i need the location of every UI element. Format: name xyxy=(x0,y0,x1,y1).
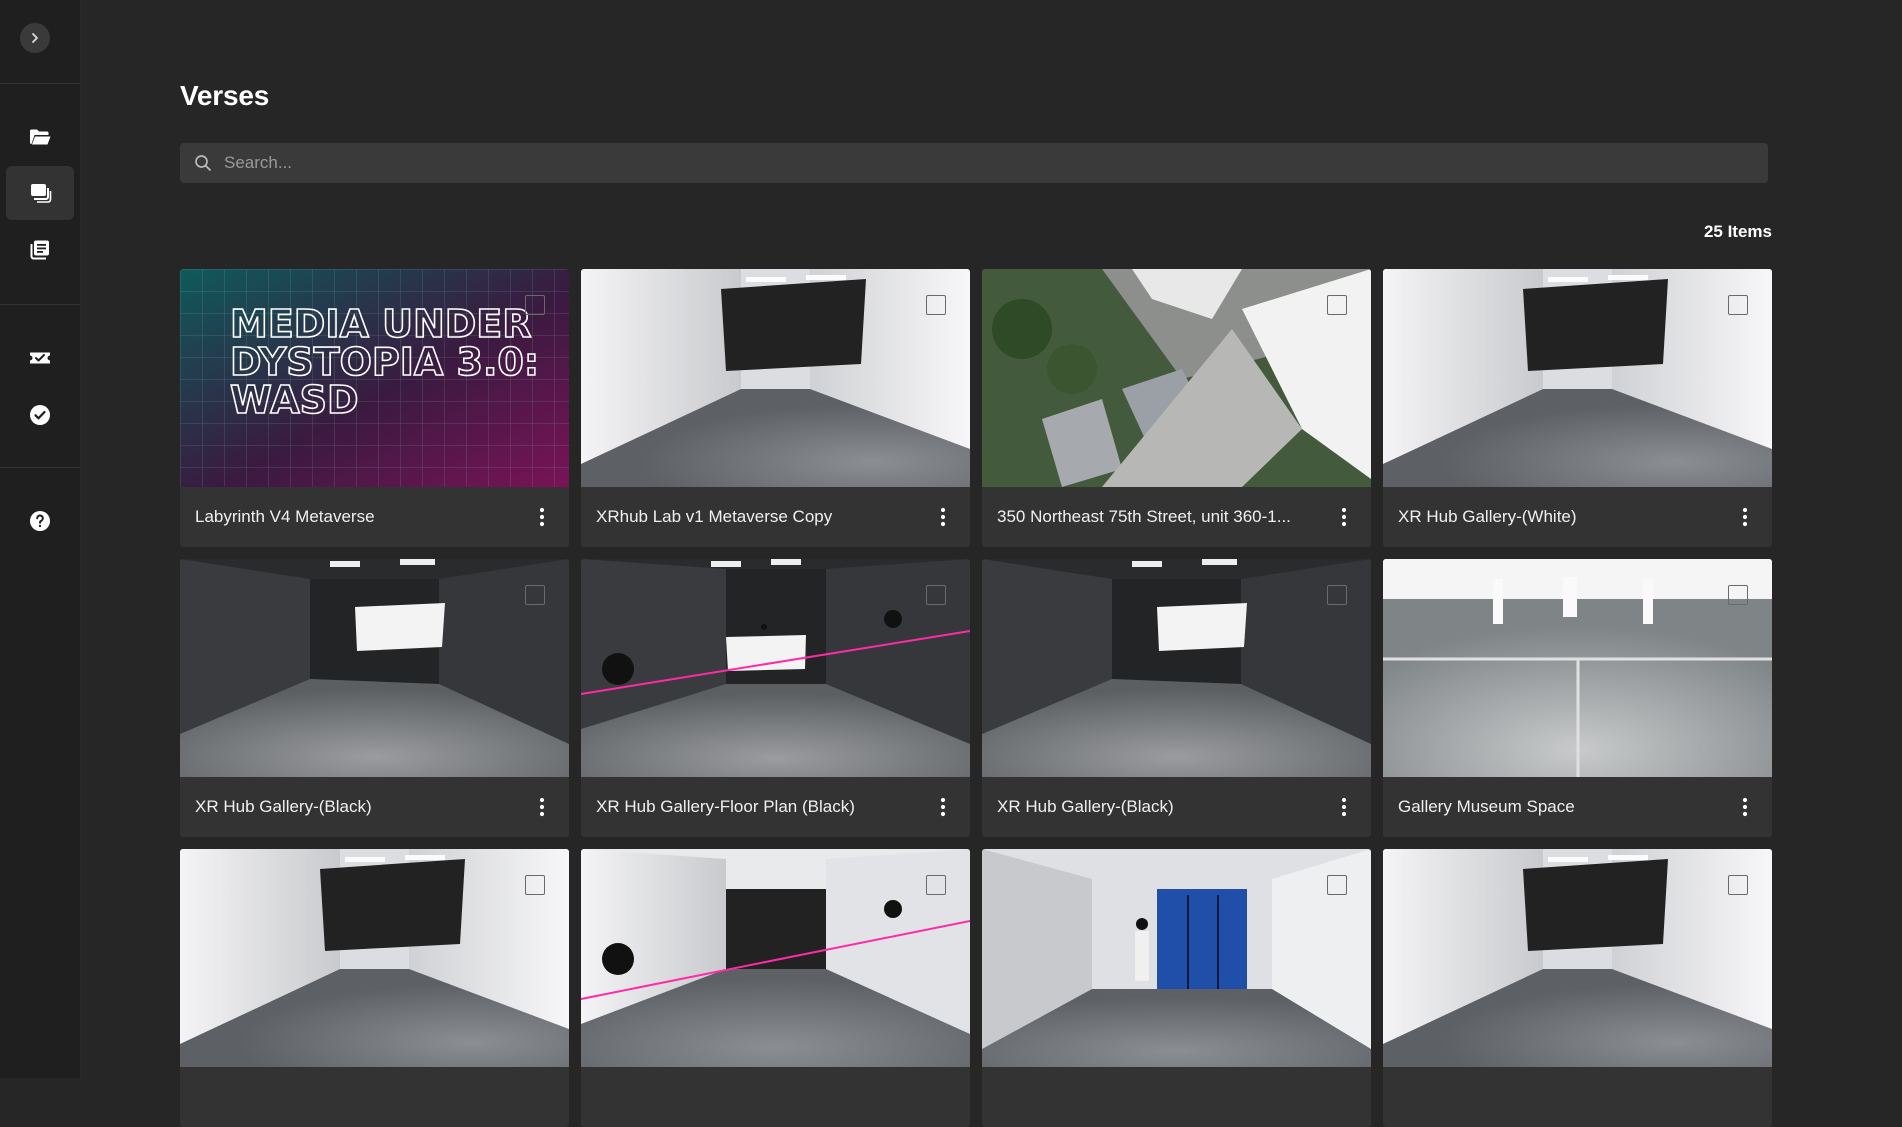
verse-grid: MEDIA UNDER DYSTOPIA 3.0: WASD Labyrinth V… xyxy=(180,269,1772,1127)
select-checkbox[interactable] xyxy=(926,585,946,605)
more-options-button[interactable] xyxy=(928,502,958,532)
verse-card[interactable] xyxy=(581,849,970,1127)
verse-thumbnail[interactable] xyxy=(982,269,1371,487)
more-options-button[interactable] xyxy=(527,502,557,532)
verse-title: Gallery Museum Space xyxy=(1398,797,1575,816)
card-footer: Gallery Museum Space xyxy=(1383,777,1772,837)
card-footer: 350 Northeast 75th Street, unit 360-1... xyxy=(982,487,1371,547)
verse-thumbnail[interactable] xyxy=(1383,849,1772,1067)
verse-title: XRhub Lab v1 Metaverse Copy xyxy=(596,507,833,526)
sidebar-divider xyxy=(0,467,80,468)
kebab-menu-icon xyxy=(539,507,545,527)
poster-text: WASD xyxy=(230,378,359,422)
verse-title: XR Hub Gallery-(Black) xyxy=(997,797,1174,816)
ticket-check-icon xyxy=(30,352,50,364)
select-checkbox[interactable] xyxy=(1327,295,1347,315)
verse-card[interactable]: XR Hub Gallery-(White) xyxy=(1383,269,1772,547)
card-footer: XR Hub Gallery-Floor Plan (Black) xyxy=(581,777,970,837)
sidebar-item-verses[interactable] xyxy=(6,166,74,220)
item-count: 25 Items xyxy=(1703,222,1772,241)
sidebar-expand-button[interactable] xyxy=(20,23,50,53)
sidebar-item-files[interactable] xyxy=(6,110,74,164)
card-footer: XR Hub Gallery-(Black) xyxy=(982,777,1371,837)
verse-thumbnail[interactable] xyxy=(982,849,1371,1067)
verse-thumbnail[interactable] xyxy=(581,559,970,777)
verse-thumbnail[interactable] xyxy=(1383,559,1772,777)
more-options-button[interactable] xyxy=(1329,502,1359,532)
verse-title: XR Hub Gallery-Floor Plan (Black) xyxy=(596,797,855,816)
verse-thumbnail[interactable] xyxy=(1383,269,1772,487)
select-checkbox[interactable] xyxy=(1728,875,1748,895)
verse-title: Labyrinth V4 Metaverse xyxy=(195,507,375,526)
verse-title: 350 Northeast 75th Street, unit 360-1... xyxy=(997,507,1291,526)
search-input[interactable] xyxy=(222,152,1768,174)
page-title: Verses xyxy=(180,80,270,111)
card-footer: XR Hub Gallery-(White) xyxy=(1383,487,1772,547)
select-checkbox[interactable] xyxy=(1327,875,1347,895)
more-options-button[interactable] xyxy=(527,792,557,822)
sidebar-item-library[interactable] xyxy=(6,223,74,277)
select-checkbox[interactable] xyxy=(1728,585,1748,605)
verse-thumbnail[interactable] xyxy=(581,269,970,487)
verse-title: XR Hub Gallery-(Black) xyxy=(195,797,372,816)
more-options-button[interactable] xyxy=(1730,792,1760,822)
more-options-button[interactable] xyxy=(1329,792,1359,822)
kebab-menu-icon xyxy=(1742,797,1748,817)
sidebar-item-help[interactable] xyxy=(6,494,74,548)
folder-open-icon xyxy=(30,129,51,145)
kebab-menu-icon xyxy=(1341,507,1347,527)
verse-title: XR Hub Gallery-(White) xyxy=(1398,507,1577,526)
verse-thumbnail[interactable] xyxy=(180,849,569,1067)
verse-card[interactable]: XR Hub Gallery-(Black) xyxy=(982,559,1371,837)
sidebar-item-tickets[interactable] xyxy=(6,331,74,385)
sidebar xyxy=(0,0,81,1078)
help-icon xyxy=(30,511,50,531)
verse-card[interactable] xyxy=(1383,849,1772,1127)
select-checkbox[interactable] xyxy=(926,875,946,895)
kebab-menu-icon xyxy=(940,507,946,527)
kebab-menu-icon xyxy=(1742,507,1748,527)
kebab-menu-icon xyxy=(1341,797,1347,817)
select-checkbox[interactable] xyxy=(1327,585,1347,605)
search-bar[interactable] xyxy=(180,143,1768,183)
sidebar-item-approved[interactable] xyxy=(6,388,74,442)
kebab-menu-icon xyxy=(539,797,545,817)
verse-card[interactable]: MEDIA UNDER DYSTOPIA 3.0: WASD Labyrinth V… xyxy=(180,269,569,547)
sidebar-divider xyxy=(0,83,80,84)
verse-card[interactable]: XR Hub Gallery-Floor Plan (Black) xyxy=(581,559,970,837)
verse-card[interactable]: Gallery Museum Space xyxy=(1383,559,1772,837)
card-footer: Labyrinth V4 Metaverse xyxy=(180,487,569,547)
library-icon xyxy=(30,240,49,260)
select-checkbox[interactable] xyxy=(525,875,545,895)
select-checkbox[interactable] xyxy=(525,295,545,315)
verse-card[interactable]: XR Hub Gallery-(Black) xyxy=(180,559,569,837)
select-checkbox[interactable] xyxy=(926,295,946,315)
kebab-menu-icon xyxy=(940,797,946,817)
card-footer: XR Hub Gallery-(Black) xyxy=(180,777,569,837)
chevron-right-icon xyxy=(32,33,38,43)
search-icon xyxy=(195,155,211,171)
verse-thumbnail[interactable] xyxy=(581,849,970,1067)
select-checkbox[interactable] xyxy=(525,585,545,605)
verse-card[interactable]: 350 Northeast 75th Street, unit 360-1... xyxy=(982,269,1371,547)
verse-card[interactable] xyxy=(982,849,1371,1127)
verse-card[interactable] xyxy=(180,849,569,1127)
verse-thumbnail[interactable]: MEDIA UNDER DYSTOPIA 3.0: WASD xyxy=(180,269,569,487)
verse-thumbnail[interactable] xyxy=(180,559,569,777)
card-footer: XRhub Lab v1 Metaverse Copy xyxy=(581,487,970,547)
select-checkbox[interactable] xyxy=(1728,295,1748,315)
stacked-images-icon xyxy=(31,184,52,203)
more-options-button[interactable] xyxy=(928,792,958,822)
verse-card[interactable]: XRhub Lab v1 Metaverse Copy xyxy=(581,269,970,547)
main-content: Verses 25 Items MEDIA UNDERDYSTOPIA 3.0:… xyxy=(80,0,1902,1127)
sidebar-divider xyxy=(0,304,80,305)
check-circle-icon xyxy=(30,405,50,425)
verse-thumbnail[interactable] xyxy=(982,559,1371,777)
more-options-button[interactable] xyxy=(1730,502,1760,532)
